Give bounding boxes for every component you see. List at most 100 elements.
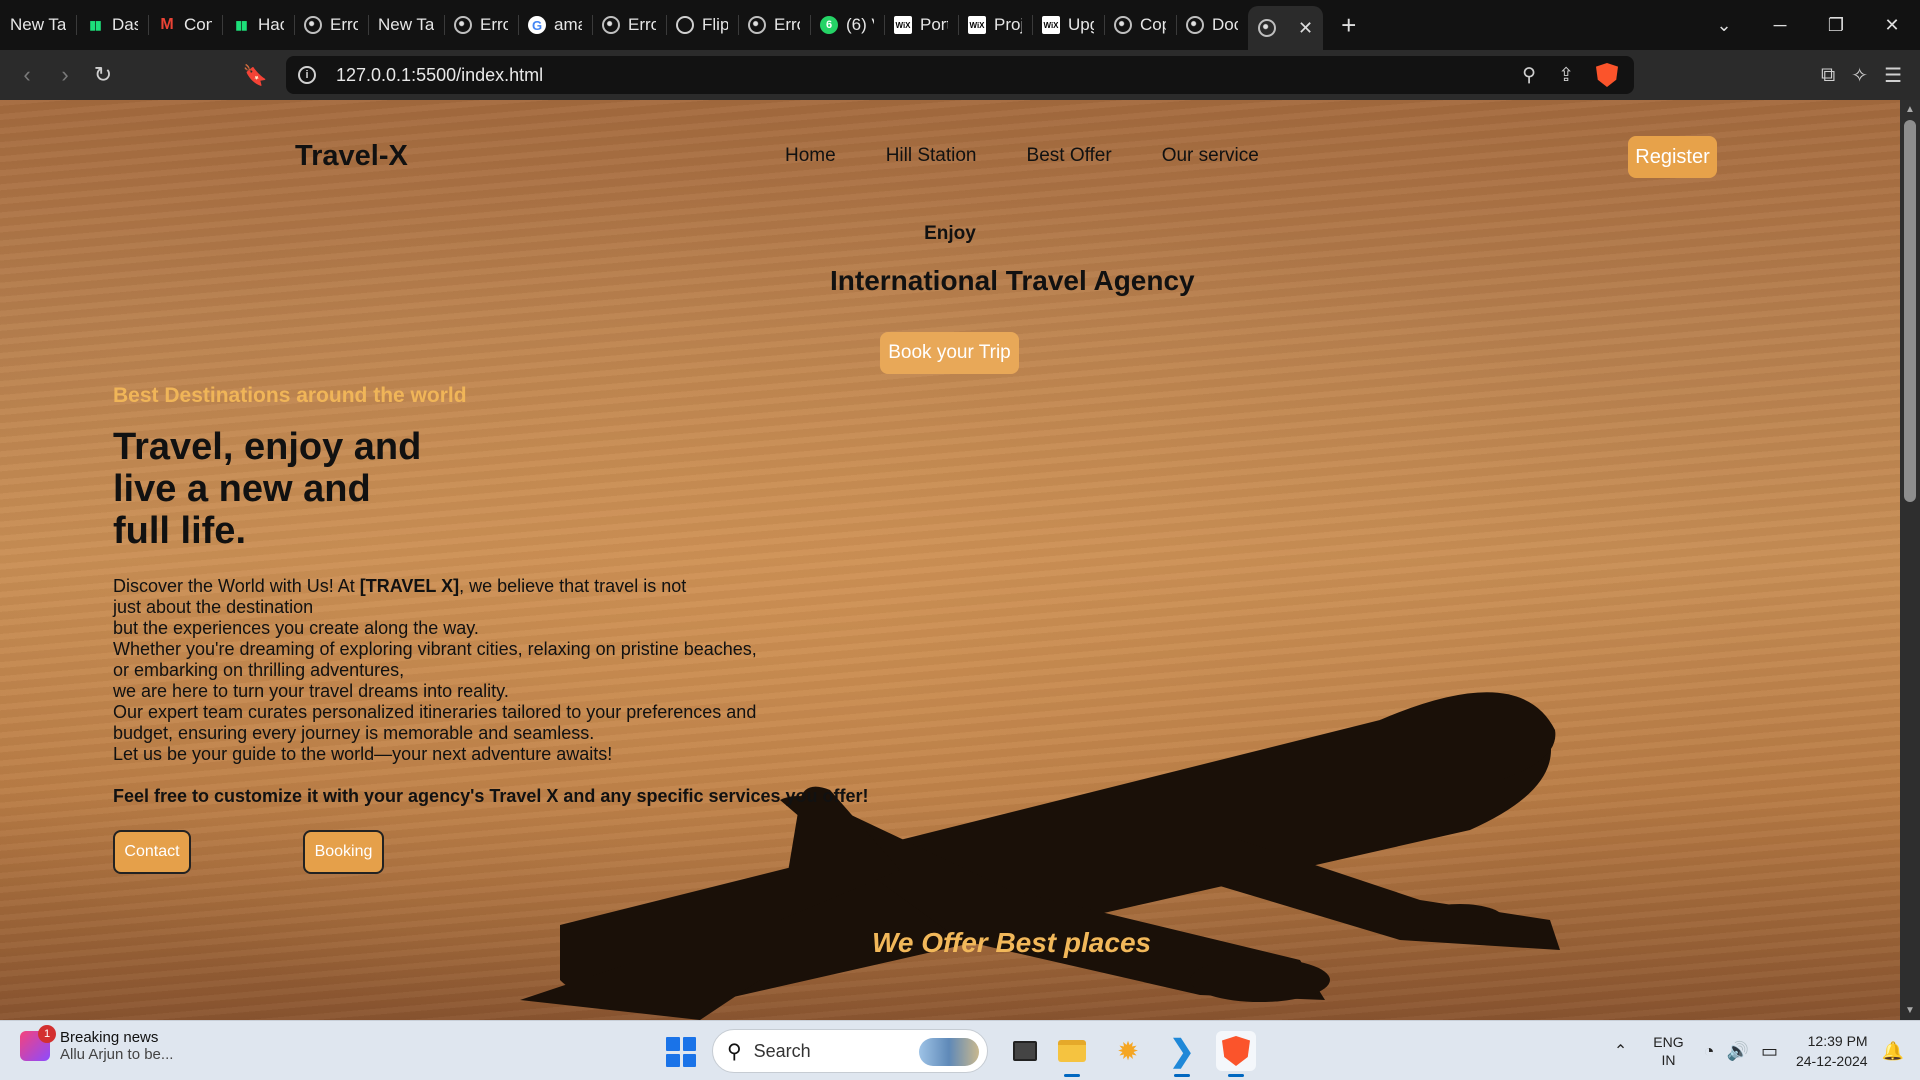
clock-time: 12:39 PM (1807, 1033, 1868, 1049)
browser-tab[interactable]: WiX Proj (958, 0, 1032, 50)
minimize-button[interactable]: ─ (1752, 15, 1808, 36)
browser-tab[interactable]: Erro (738, 0, 810, 50)
tab-label: Proj (994, 15, 1022, 34)
news-widget[interactable]: 1 Breaking news Allu Arjun to be... (20, 1025, 174, 1063)
desc-brand: [TRAVEL X] (359, 576, 460, 596)
desc-line: but the experiences you create along the… (113, 618, 479, 638)
new-tab-button[interactable]: + (1323, 10, 1374, 41)
lang-code: ENG (1653, 1034, 1684, 1050)
clock-date: 24-12-2024 (1795, 1053, 1868, 1069)
tab-label: (6) V (846, 15, 874, 34)
language-indicator[interactable]: ENG IN (1653, 1033, 1683, 1069)
menu-icon[interactable]: ☰ (1884, 63, 1902, 88)
desc-line: just about the destination (113, 597, 314, 617)
page-viewport: Travel-X Home Hill Station Best Offer Ou… (0, 100, 1920, 1020)
news-icon: 1 (20, 1025, 56, 1061)
globe-icon (304, 16, 322, 34)
address-bar[interactable]: i 127.0.0.1:5500/index.html ⚲ ⇪ (286, 56, 1634, 94)
extensions-icon[interactable]: ⧉ (1821, 64, 1835, 87)
browser-tab[interactable]: New Tab (0, 0, 76, 50)
close-window-button[interactable]: ✕ (1864, 15, 1920, 36)
quick-settings[interactable]: ◔ 🔊 ▭ (1704, 1041, 1778, 1062)
search-highlight-image (919, 1038, 979, 1066)
leo-ai-icon[interactable]: ✧ (1851, 63, 1868, 88)
browser-tab[interactable]: New Tab (368, 0, 444, 50)
site-info-icon[interactable]: i (298, 66, 316, 84)
tab-active[interactable]: ✕ (1248, 6, 1324, 50)
zoom-icon[interactable]: ⚲ (1522, 64, 1536, 87)
reload-icon[interactable]: ↻ (84, 62, 122, 88)
desc-line: Discover the World with Us! At [TRAVEL X… (113, 576, 757, 597)
battery-icon: ▭ (1760, 1040, 1778, 1061)
gmail-icon: M (160, 16, 174, 33)
browser-tab[interactable]: WiX Upg (1032, 0, 1104, 50)
contact-button[interactable]: Contact (113, 830, 191, 874)
url-text[interactable]: 127.0.0.1:5500/index.html (336, 65, 543, 86)
booking-button[interactable]: Booking (303, 830, 384, 874)
volume-icon: 🔊 (1726, 1040, 1749, 1061)
brave-shields-icon[interactable] (1596, 63, 1618, 87)
globe-icon (1114, 16, 1132, 34)
nav-best-offer[interactable]: Best Offer (1027, 145, 1112, 167)
start-button[interactable] (666, 1037, 696, 1067)
section-headline: Travel, enjoy and live a new and full li… (113, 426, 421, 552)
globe-icon (748, 16, 766, 34)
desc-suffix: , we believe that travel is not (459, 576, 687, 596)
flipkart-icon (676, 16, 694, 34)
browser-tab[interactable]: Doc (1176, 0, 1248, 50)
scroll-down-icon[interactable]: ▼ (1900, 1005, 1920, 1016)
taskbar-search[interactable]: ⚲ Search (712, 1029, 988, 1073)
forward-icon[interactable]: › (46, 62, 84, 88)
register-button[interactable]: Register (1628, 136, 1717, 178)
browser-tab[interactable]: WiX Port (884, 0, 958, 50)
tab-label: Erro (628, 15, 656, 34)
bookmark-icon[interactable]: 🔖 (236, 63, 274, 88)
nav-hill-station[interactable]: Hill Station (886, 145, 977, 167)
page-scrollbar[interactable]: ▲ ▼ (1900, 100, 1920, 1020)
scrollbar-thumb[interactable] (1904, 120, 1916, 502)
browser-tab[interactable]: Flipl (666, 0, 738, 50)
browser-tab[interactable]: Cop (1104, 0, 1176, 50)
vscode-button[interactable]: ❯ (1162, 1031, 1202, 1077)
hero-kicker-text: Enjoy (924, 223, 976, 244)
news-subtitle: Allu Arjun to be... (60, 1046, 174, 1063)
section-tagline: Best Destinations around the world (113, 384, 467, 407)
nav-home[interactable]: Home (785, 145, 836, 167)
close-tab-icon[interactable]: ✕ (1298, 18, 1313, 39)
vscode-icon: ❯ (1169, 1034, 1195, 1068)
desc-line: we are here to turn your travel dreams i… (113, 681, 509, 701)
browser-tab[interactable]: M Con (148, 0, 222, 50)
browser-tab[interactable]: ▮▮ Dasl (76, 0, 148, 50)
browser-tab[interactable]: Gama (518, 0, 592, 50)
desc-line: Our expert team curates personalized iti… (113, 702, 757, 722)
back-icon[interactable]: ‹ (8, 62, 46, 88)
tab-label: Con (184, 15, 212, 34)
browser-tab[interactable]: Erro (294, 0, 368, 50)
globe-icon (1186, 16, 1204, 34)
browser-tab[interactable]: 6 (6) V (810, 0, 884, 50)
browser-tab[interactable]: ▮▮ Hacl (222, 0, 294, 50)
task-view-button[interactable] (1005, 1031, 1045, 1071)
section-description: Discover the World with Us! At [TRAVEL X… (113, 576, 757, 765)
browser-tab[interactable]: Erro (444, 0, 518, 50)
show-hidden-icons-icon[interactable]: ⌃ (1614, 1041, 1627, 1061)
globe-icon (1258, 19, 1276, 37)
brave-button[interactable] (1216, 1031, 1256, 1077)
clock[interactable]: 12:39 PM 24-12-2024 (1796, 1031, 1868, 1071)
nav-our-service[interactable]: Our service (1162, 145, 1259, 167)
file-explorer-button[interactable] (1052, 1031, 1092, 1077)
restore-button[interactable]: ❐ (1808, 15, 1864, 36)
desc-line: Let us be your guide to the world—your n… (113, 744, 613, 764)
weather-app-button[interactable]: ✹ (1108, 1031, 1148, 1071)
notification-bell-icon[interactable]: 🔔 (1882, 1041, 1904, 1062)
browser-tab[interactable]: Erro (592, 0, 666, 50)
tab-search-chevron-icon[interactable]: ⌄ (1696, 15, 1752, 36)
site-logo[interactable]: Travel-X (295, 140, 408, 173)
book-trip-button[interactable]: Book your Trip (880, 332, 1019, 374)
hero-title: International Travel Agency (830, 265, 1195, 296)
window-controls: ⌄ ─ ❐ ✕ (1696, 0, 1920, 50)
share-icon[interactable]: ⇪ (1558, 64, 1574, 87)
scroll-up-icon[interactable]: ▲ (1900, 104, 1920, 115)
desc-line: budget, ensuring every journey is memora… (113, 723, 595, 743)
globe-icon (602, 16, 620, 34)
